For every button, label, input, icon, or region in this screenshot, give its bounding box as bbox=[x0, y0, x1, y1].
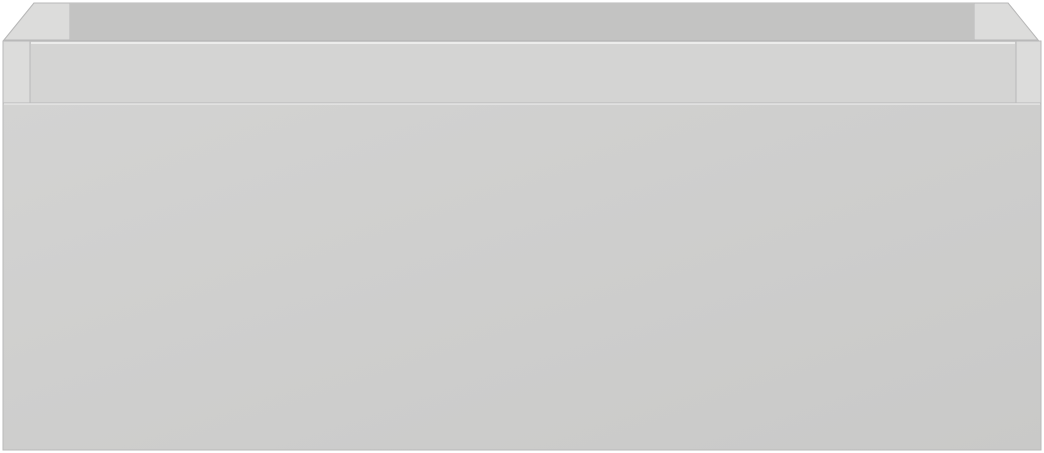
drawer-front-panel bbox=[2, 102, 1042, 451]
drawer-svg bbox=[2, 2, 1042, 451]
drawer-back-panel bbox=[70, 3, 974, 40]
drawer-top-rail bbox=[29, 40, 1017, 104]
drawer-left-wall bbox=[2, 2, 71, 41]
drawer-illustration bbox=[0, 0, 1044, 453]
drawer-right-post bbox=[1015, 40, 1042, 104]
drawer-left-post bbox=[2, 40, 31, 104]
drawer-right-wall bbox=[973, 2, 1040, 41]
